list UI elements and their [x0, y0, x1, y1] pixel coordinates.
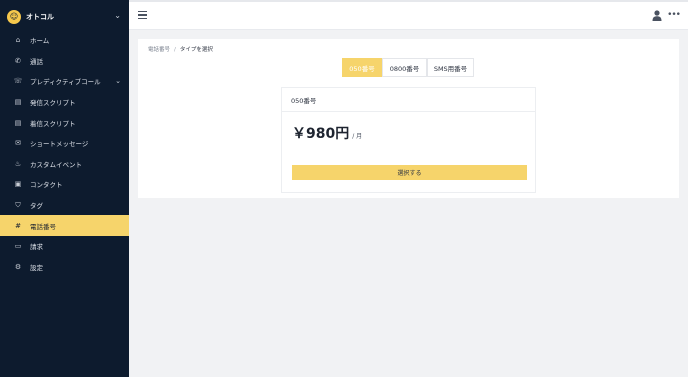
sidebar-item-label: ショートメッセージ — [30, 140, 89, 149]
sidebar-item-label: 設定 — [30, 263, 43, 272]
hash-icon: # — [15, 221, 21, 230]
chevron-down-icon[interactable]: ⌄ — [114, 11, 121, 20]
tab-0800[interactable]: 0800番号 — [382, 58, 427, 77]
brand-switcher[interactable]: ☺ オトコル ⌄ — [0, 0, 129, 33]
user-icon[interactable] — [652, 10, 662, 21]
phone-icon: ✆ — [15, 56, 21, 65]
hamburger-menu-icon[interactable] — [138, 11, 147, 19]
brand-name: オトコル — [26, 12, 54, 21]
brand-logo: ☺ — [7, 9, 21, 24]
tab-sms[interactable]: SMS用番号 — [427, 58, 474, 77]
plan-card: 050番号 ￥980円 / 月 選択する — [281, 87, 536, 193]
sidebar-item-label: 通話 — [30, 57, 43, 66]
more-options-icon[interactable]: ••• — [667, 10, 681, 20]
sidebar-item-label: プレディクティブコール — [30, 78, 101, 87]
sidebar-item-phone-number[interactable]: # 電話番号 — [0, 215, 129, 236]
top-bar: ••• — [129, 2, 688, 30]
breadcrumb-current: タイプを選択 — [179, 47, 213, 53]
home-icon: ⌂ — [15, 36, 21, 45]
billing-icon: ▭ — [14, 242, 22, 251]
sidebar-item-home[interactable]: ⌂ ホーム — [0, 30, 129, 51]
sidebar-item-tag[interactable]: ⛉ タグ — [0, 195, 129, 216]
custom-event-icon: ♨ — [14, 159, 22, 168]
outgoing-script-icon: ▤ — [14, 98, 22, 107]
sidebar-item-predictive-call[interactable]: ☏ プレディクティブコール ⌄ — [0, 71, 129, 92]
gear-icon: ⚙ — [14, 262, 22, 271]
price-unit: / 月 — [352, 133, 363, 140]
select-button[interactable]: 選択する — [292, 165, 527, 180]
sidebar-item-contact[interactable]: ▣ コンタクト — [0, 174, 129, 195]
sidebar-item-billing[interactable]: ▭ 請求 — [0, 236, 129, 257]
tag-icon: ⛉ — [15, 200, 21, 209]
sidebar-item-custom-event[interactable]: ♨ カスタムイベント — [0, 154, 129, 175]
breadcrumb: 電話番号 / タイプを選択 — [148, 45, 213, 53]
sidebar-item-label: 発信スクリプト — [30, 99, 76, 108]
main-card: 電話番号 / タイプを選択 050番号 0800番号 SMS用番号 050番号 ￥9… — [138, 39, 679, 198]
sidebar-item-settings[interactable]: ⚙ 設定 — [0, 257, 129, 278]
breadcrumb-parent[interactable]: 電話番号 — [148, 47, 170, 53]
sidebar-item-label: 電話番号 — [30, 222, 56, 231]
sidebar-item-incoming-script[interactable]: ▤ 着信スクリプト — [0, 112, 129, 133]
price-amount: ￥980円 — [292, 126, 350, 142]
sidebar-item-label: タグ — [30, 202, 43, 211]
contact-icon: ▣ — [14, 180, 22, 189]
short-message-icon: ✉ — [15, 139, 21, 148]
sidebar-item-label: 着信スクリプト — [30, 119, 76, 128]
sidebar-item-label: コンタクト — [30, 181, 63, 190]
plan-name: 050番号 — [282, 88, 535, 112]
tab-050[interactable]: 050番号 — [342, 58, 382, 77]
sidebar-item-calls[interactable]: ✆ 通話 — [0, 51, 129, 72]
chevron-down-icon[interactable]: ⌄ — [115, 77, 121, 85]
plan-price: ￥980円 / 月 — [292, 123, 362, 143]
sidebar-item-label: ホーム — [30, 37, 50, 46]
sidebar-item-outgoing-script[interactable]: ▤ 発信スクリプト — [0, 92, 129, 113]
sidebar: ☺ オトコル ⌄ ⌂ ホーム ✆ 通話 ☏ プレディクティブコール ⌄ ▤ 発信… — [0, 0, 129, 377]
sidebar-item-label: カスタムイベント — [30, 160, 82, 169]
sidebar-nav: ⌂ ホーム ✆ 通話 ☏ プレディクティブコール ⌄ ▤ 発信スクリプト ▤ 着… — [0, 30, 129, 277]
predictive-call-icon: ☏ — [13, 77, 23, 86]
incoming-script-icon: ▤ — [14, 118, 22, 127]
sidebar-item-short-message[interactable]: ✉ ショートメッセージ — [0, 133, 129, 154]
number-type-tabs: 050番号 0800番号 SMS用番号 — [342, 58, 474, 77]
breadcrumb-separator: / — [174, 47, 176, 53]
sidebar-item-label: 請求 — [30, 243, 43, 252]
